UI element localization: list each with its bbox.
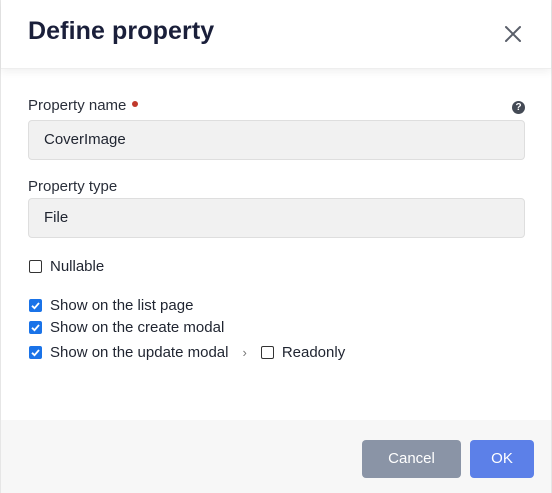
close-icon	[505, 26, 521, 42]
nullable-label: Nullable	[50, 257, 105, 275]
show-on-create-modal-option[interactable]: Show on the create modal	[29, 318, 224, 336]
chevron-right-icon: ›	[242, 344, 247, 360]
show-on-list-page-label: Show on the list page	[50, 296, 194, 314]
nullable-option[interactable]: Nullable	[29, 257, 104, 275]
modal-title: Define property	[28, 17, 215, 45]
show-on-update-modal-label: Show on the update modal	[50, 343, 229, 361]
property-name-label-text: Property name	[28, 97, 127, 114]
close-button[interactable]	[499, 20, 527, 48]
check-icon	[31, 301, 40, 310]
help-icon[interactable]: ?	[512, 101, 525, 114]
property-name-label: Property name	[28, 97, 139, 114]
check-icon	[31, 323, 40, 332]
property-type-label: Property type	[28, 178, 118, 195]
readonly-checkbox[interactable]	[260, 345, 274, 359]
nullable-checkbox[interactable]	[29, 259, 42, 273]
cancel-button[interactable]: Cancel	[362, 440, 461, 478]
ok-button[interactable]: OK	[470, 440, 534, 478]
required-indicator	[132, 101, 139, 107]
modal-header: Define property	[1, 0, 551, 69]
show-on-list-page-checkbox[interactable]	[29, 298, 42, 312]
readonly-label: Readonly	[281, 343, 346, 361]
modal-footer	[1, 420, 551, 493]
show-on-list-page-option[interactable]: Show on the list page	[29, 296, 193, 314]
check-icon	[31, 348, 40, 357]
show-on-update-modal-option[interactable]: Show on the update modal › Readonly	[29, 343, 345, 361]
show-on-create-modal-checkbox[interactable]	[29, 320, 42, 334]
show-on-create-modal-label: Show on the create modal	[50, 318, 225, 336]
show-on-update-modal-checkbox[interactable]	[29, 345, 42, 359]
property-name-input[interactable]: CoverImage	[28, 120, 525, 160]
define-property-modal: Define property Property name ? CoverIma…	[0, 0, 552, 493]
property-type-select[interactable]: File	[28, 198, 525, 238]
